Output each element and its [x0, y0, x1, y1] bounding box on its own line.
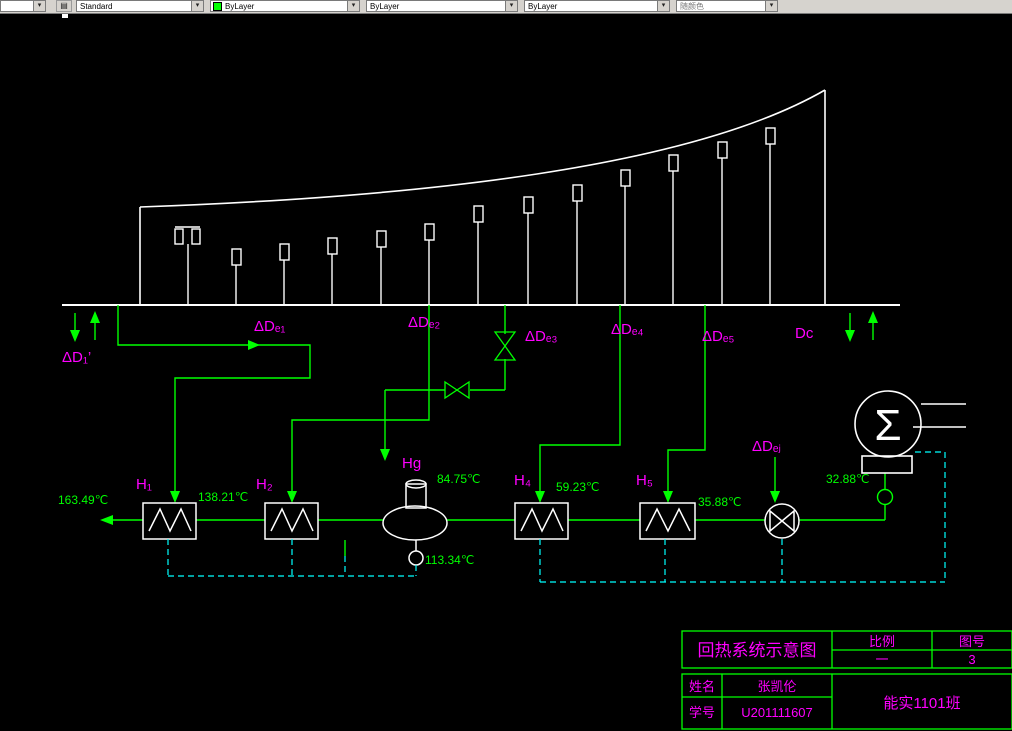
condenser	[854, 390, 966, 474]
figno-value: 3	[968, 652, 975, 667]
condensate-pump-symbol	[876, 488, 894, 506]
temp-163: 163.49℃	[58, 493, 108, 507]
heater-h4	[514, 502, 569, 540]
chevron-down-icon[interactable]: ▾	[191, 1, 203, 11]
drawing-canvas[interactable]: Σ ΔD₁’ ΔDₑ₁ ΔDₑ₂ ΔDₑ₃ ΔDₑ₄ ΔDₑ₅ Dc ΔDₑⱼ …	[0, 0, 1012, 731]
temp-113: 113.34℃	[425, 553, 474, 567]
label-dc: Dc	[795, 325, 814, 342]
linetype-control-combo[interactable]: ByLayer ▾	[366, 0, 518, 12]
pump-valve	[764, 503, 800, 539]
heater-h5	[639, 502, 696, 540]
dc-up-arrow	[868, 311, 878, 323]
title-block-text: 回热系统示意图 比例 一 图号 3 姓名 张凯伦 学号 U201111607 能…	[689, 634, 985, 720]
color-control-value: ByLayer	[225, 1, 255, 11]
label-dd1: ΔD₁’	[62, 349, 91, 366]
cad-window: { "toolbar": { "combo0": "", "style": "S…	[0, 0, 1012, 731]
condenser-sigma-icon: Σ	[874, 401, 901, 450]
text-style-combo[interactable]: Standard ▾	[76, 0, 204, 12]
feed-out-arrow	[100, 515, 113, 525]
chevron-down-icon[interactable]: ▾	[33, 1, 45, 11]
valve-vertical-icon	[493, 331, 517, 361]
heater-h2	[264, 502, 319, 540]
dd1-up-arrow	[90, 311, 100, 323]
current-color-swatch	[213, 1, 222, 11]
label-dej: ΔDₑⱼ	[752, 438, 781, 455]
label-h5: H₅	[636, 472, 653, 489]
scale-label: 比例	[869, 634, 895, 649]
title-block: 回热系统示意图 比例 一 图号 3 姓名 张凯伦 学号 U201111607 能…	[681, 630, 1012, 730]
temp-35: 35.88℃	[698, 495, 742, 509]
text-style-value: Standard	[80, 1, 113, 11]
extraction-bars	[174, 127, 776, 305]
h5-inlet-arrow	[663, 491, 673, 503]
temp-138: 138.21℃	[198, 490, 248, 504]
dc-down-arrow	[845, 330, 855, 342]
feedwater-arrows	[100, 515, 113, 525]
label-de5: ΔDₑ₅	[702, 328, 734, 345]
layer-properties-button[interactable]: ▤	[56, 0, 72, 12]
label-de1: ΔDₑ₁	[254, 318, 286, 335]
h1-inlet-arrow	[170, 491, 180, 503]
id-label: 学号	[689, 705, 715, 720]
layers-icon: ▤	[60, 1, 68, 10]
scale-value: 一	[875, 652, 888, 667]
chevron-down-icon[interactable]: ▾	[505, 1, 517, 11]
name-value: 张凯伦	[757, 679, 796, 694]
valve-horizontal-icon	[444, 380, 470, 400]
label-h4: H₄	[514, 472, 531, 489]
class-value: 能实1101班	[883, 695, 960, 712]
temp-32: 32.88℃	[826, 472, 870, 486]
drain-pump-symbol	[408, 550, 424, 566]
drawing-title: 回热系统示意图	[698, 641, 817, 660]
label-de4: ΔDₑ₄	[611, 321, 644, 338]
dd1-down-arrow	[70, 330, 80, 342]
name-label: 姓名	[689, 679, 715, 694]
unknown-combo[interactable]: ▾	[0, 0, 46, 12]
label-h2: H₂	[256, 476, 273, 493]
dej-arrow	[770, 491, 780, 503]
temp-59: 59.23℃	[556, 480, 600, 494]
temp-84: 84.75℃	[437, 472, 481, 486]
de1-flow-arrow	[248, 340, 260, 350]
plotstyle-control-value: 随颜色	[680, 1, 704, 11]
label-h1: H₁	[136, 476, 152, 493]
chevron-down-icon[interactable]: ▾	[347, 1, 359, 11]
chevron-down-icon[interactable]: ▾	[765, 1, 777, 11]
chevron-down-icon[interactable]: ▾	[657, 1, 669, 11]
lineweight-control-combo[interactable]: ByLayer ▾	[524, 0, 670, 12]
label-de3: ΔDₑ₃	[525, 328, 558, 345]
plotstyle-control-combo[interactable]: 随颜色 ▾	[676, 0, 778, 12]
extraction-pipes	[74, 305, 874, 556]
deaerator-inlet-arrow	[380, 449, 390, 461]
h2-inlet-arrow	[287, 491, 297, 503]
lineweight-control-value: ByLayer	[528, 1, 558, 11]
label-hg: Hg	[402, 455, 421, 472]
label-de2: ΔDₑ₂	[408, 314, 440, 331]
figno-label: 图号	[959, 634, 985, 649]
id-value: U201111607	[741, 705, 813, 720]
h4-inlet-arrow	[535, 491, 545, 503]
linetype-control-value: ByLayer	[370, 1, 400, 11]
toolbar: ▾ ▤ Standard ▾ ByLayer ▾ ByLayer ▾ ByLay…	[0, 0, 1012, 14]
color-control-combo[interactable]: ByLayer ▾	[210, 0, 360, 12]
heater-h1	[142, 502, 197, 540]
hotwell	[861, 455, 913, 474]
